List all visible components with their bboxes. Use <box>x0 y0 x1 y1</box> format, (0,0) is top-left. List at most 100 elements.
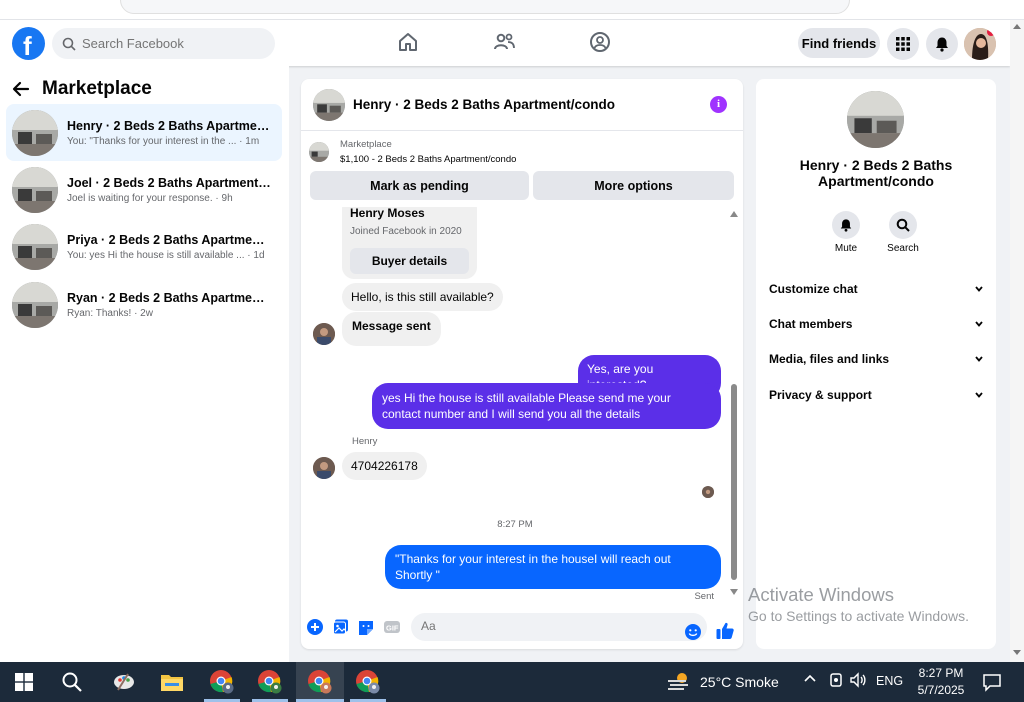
listing-avatar[interactable] <box>847 91 904 148</box>
search-label: Search <box>887 243 919 254</box>
gif-icon[interactable]: GIF <box>383 618 401 636</box>
browser-toolbar <box>0 0 1024 20</box>
message-status: Sent <box>694 591 714 602</box>
more-options-button[interactable]: More options <box>533 171 734 200</box>
bell-icon <box>840 219 852 232</box>
search-icon <box>62 37 76 51</box>
sender-avatar <box>313 457 335 479</box>
watermark-line1: Activate Windows <box>748 584 894 605</box>
weather-text[interactable]: 25°C Smoke <box>700 674 779 690</box>
search-box[interactable] <box>52 28 275 59</box>
back-arrow-icon[interactable] <box>12 80 30 98</box>
buyer-name: Henry Moses <box>350 207 425 220</box>
chevron-up-icon[interactable] <box>803 672 817 689</box>
system-clock[interactable]: 8:27 PM 5/7/2025 <box>905 665 977 699</box>
volume-icon[interactable] <box>849 672 867 691</box>
media-files-links-item[interactable]: Media, files and links <box>769 352 984 366</box>
privacy-support-item[interactable]: Privacy & support <box>769 388 984 402</box>
search-icon <box>896 218 910 232</box>
chrome-profile-icon[interactable] <box>206 666 238 698</box>
chat-scrollbar[interactable] <box>730 209 738 599</box>
conversation-item[interactable]: Joel · 2 Beds 2 Baths Apartment/c... Joe… <box>6 161 282 218</box>
windows-start-icon[interactable] <box>8 666 40 698</box>
conversation-details-panel: Henry · 2 Beds 2 Baths Apartment/condo M… <box>756 79 996 649</box>
buyer-card: Henry Moses Joined Facebook in 2020 Buye… <box>342 207 477 279</box>
conversation-item[interactable]: Henry · 2 Beds 2 Baths Apartment... You:… <box>6 104 282 161</box>
meet-now-icon[interactable] <box>828 672 844 691</box>
file-explorer-icon[interactable] <box>156 666 188 698</box>
photo-icon[interactable] <box>332 618 350 636</box>
listing-thumbnail <box>309 142 329 162</box>
mark-as-pending-button[interactable]: Mark as pending <box>310 171 529 200</box>
chrome-profile-icon[interactable] <box>254 666 286 698</box>
address-bar[interactable] <box>120 0 850 14</box>
listing-thumbnail <box>12 223 58 270</box>
chat-avatar[interactable] <box>313 88 345 121</box>
buyer-details-button[interactable]: Buyer details <box>350 248 469 274</box>
listing-thumbnail <box>12 166 58 213</box>
conversation-name: Ryan · 2 Beds 2 Baths Apartment/c... <box>67 290 272 305</box>
language-indicator[interactable]: ENG <box>876 674 903 688</box>
message-input-box[interactable] <box>411 613 707 641</box>
facebook-header: f Find friends <box>0 20 1010 66</box>
groups-icon[interactable] <box>588 30 614 56</box>
activate-windows-watermark: Activate Windows Go to Settings to activ… <box>748 584 969 624</box>
watermark-line2: Go to Settings to activate Windows. <box>748 608 969 624</box>
chevron-down-icon <box>975 392 983 398</box>
facebook-logo-icon[interactable]: f <box>12 27 45 61</box>
mute-label: Mute <box>834 243 858 254</box>
find-friends-button[interactable]: Find friends <box>798 28 880 58</box>
chrome-profile-icon[interactable] <box>352 666 384 698</box>
profile-avatar[interactable] <box>964 28 996 60</box>
conversation-item[interactable]: Ryan · 2 Beds 2 Baths Apartment/c... Rya… <box>6 276 282 333</box>
windows-taskbar: 25°C Smoke ENG 8:27 PM 5/7/2025 <box>0 662 1024 702</box>
friends-icon[interactable] <box>492 30 518 56</box>
listing-thumbnail <box>12 281 58 328</box>
conversation-item[interactable]: Priya · 2 Beds 2 Baths Apartment/c... Yo… <box>6 218 282 275</box>
conversation-name: Joel · 2 Beds 2 Baths Apartment/c... <box>67 175 272 190</box>
conversation-preview: Joel is waiting for your response. · 9h <box>67 192 233 204</box>
emoji-icon[interactable] <box>684 623 702 641</box>
read-receipt-avatar <box>702 486 714 498</box>
chevron-down-icon <box>975 356 983 362</box>
menu-grid-icon[interactable] <box>887 28 919 60</box>
add-plus-icon[interactable] <box>306 618 324 636</box>
listing-summary[interactable]: Marketplace $1,100 - 2 Beds 2 Baths Apar… <box>309 137 516 167</box>
notifications-bell-icon[interactable] <box>926 28 958 60</box>
home-icon[interactable] <box>396 30 422 56</box>
conversation-preview: You: "Thanks for your interest in the ..… <box>67 135 260 147</box>
chat-members-item[interactable]: Chat members <box>769 317 984 331</box>
sticker-icon[interactable] <box>357 618 375 636</box>
message-composer: GIF <box>301 609 743 649</box>
message-list: Henry Moses Joined Facebook in 2020 Buye… <box>301 207 743 607</box>
message-bubble: yes Hi the house is still available Plea… <box>372 383 721 429</box>
paint-app-icon[interactable] <box>108 666 140 698</box>
details-title: Henry · 2 Beds 2 Baths Apartment/condo <box>799 157 953 189</box>
listing-title: $1,100 - 2 Beds 2 Baths Apartment/condo <box>340 154 517 165</box>
search-conversation-button[interactable]: Search <box>878 211 928 254</box>
buyer-joined: Joined Facebook in 2020 <box>350 226 462 237</box>
search-input[interactable] <box>82 36 262 51</box>
chat-title[interactable]: Henry · 2 Beds 2 Baths Apartment/condo <box>353 97 615 112</box>
marketplace-conversation-list: Marketplace Henry · 2 Beds 2 Baths Apart… <box>0 66 289 662</box>
page-scrollbar[interactable] <box>1010 20 1024 662</box>
sender-avatar <box>313 323 335 345</box>
conversation-preview: You: yes Hi the house is still available… <box>67 249 265 261</box>
notification-center-icon[interactable] <box>982 672 1002 697</box>
like-thumbs-up-icon[interactable] <box>715 621 735 641</box>
conversation-name: Henry · 2 Beds 2 Baths Apartment... <box>67 118 272 133</box>
marketplace-label: Marketplace <box>340 139 392 150</box>
info-icon[interactable]: i <box>710 96 727 113</box>
message-input[interactable] <box>421 619 661 633</box>
message-bubble: "Thanks for your interest in the houseI … <box>385 545 721 589</box>
marketplace-header: Marketplace <box>12 78 152 100</box>
chrome-profile-icon[interactable] <box>304 666 336 698</box>
chat-window: Henry · 2 Beds 2 Baths Apartment/condo i… <box>301 79 743 649</box>
mute-button[interactable]: Mute <box>821 211 871 254</box>
customize-chat-item[interactable]: Customize chat <box>769 282 984 296</box>
taskbar-search-icon[interactable] <box>56 666 88 698</box>
conversation-preview: Ryan: Thanks! · 2w <box>67 307 153 319</box>
clock-date: 5/7/2025 <box>917 683 965 697</box>
listing-thumbnail <box>12 109 58 156</box>
weather-icon[interactable] <box>666 671 692 698</box>
